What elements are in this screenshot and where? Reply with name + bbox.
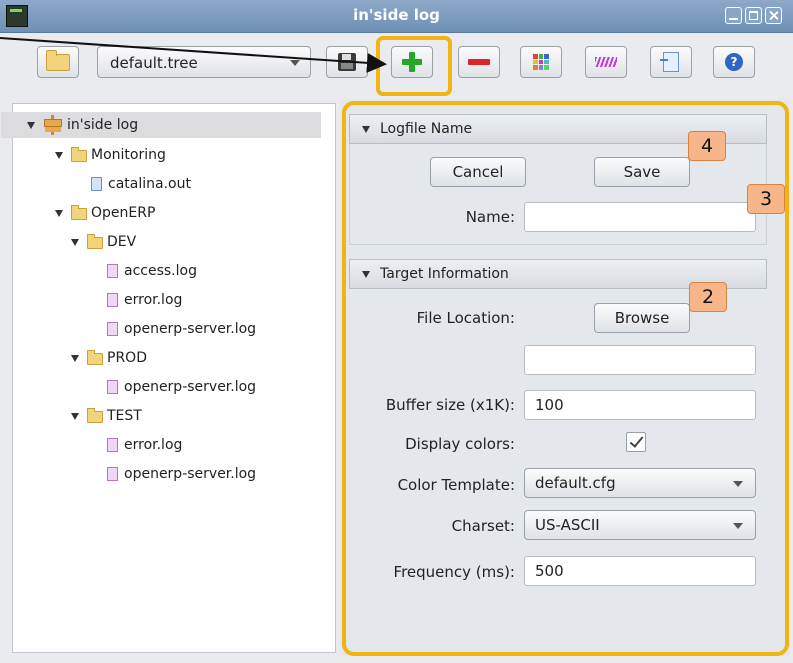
app-window: in'side log default.tree ? in'side log M… <box>0 0 793 663</box>
annotation-arrow <box>0 37 387 73</box>
